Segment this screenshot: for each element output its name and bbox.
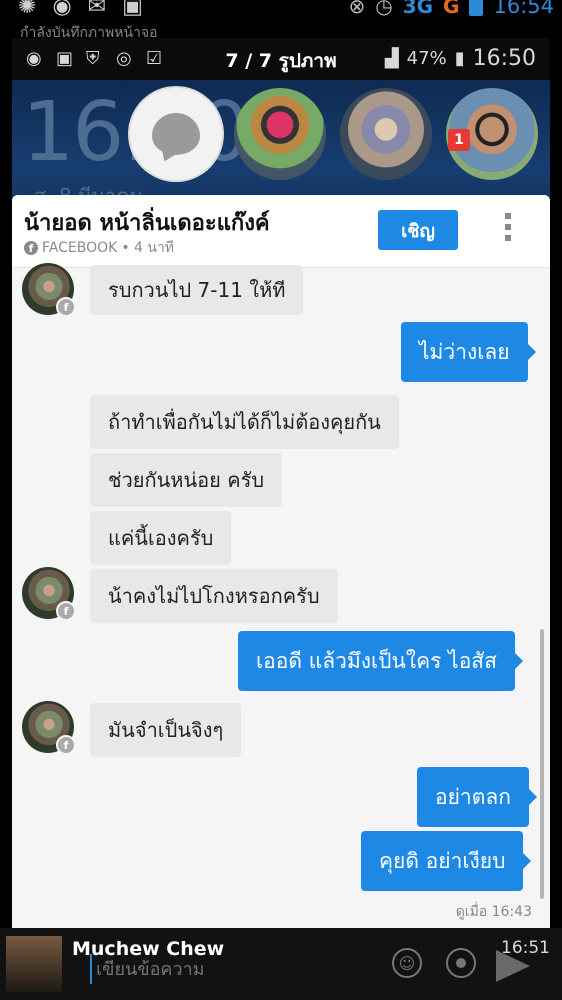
invite-button[interactable]: เชิญ (378, 210, 458, 250)
alarm-icon: ⊗ (348, 0, 366, 18)
avatar: f (22, 701, 76, 755)
chat-card: น้ายอด หน้าลิ่นเดอะแก๊งค์ f FACEBOOK • 4… (12, 195, 550, 928)
message-out: เออดี แล้วมึงเป็นใคร ไอสัส (238, 631, 515, 691)
battery-icon: ▮ (454, 48, 465, 69)
device-time: 16:54 (493, 0, 554, 18)
avatar: f (22, 567, 76, 621)
notification-thumbnail (6, 936, 62, 992)
network-type: 3G (402, 0, 434, 18)
chat-source: f FACEBOOK • 4 นาที (24, 237, 174, 259)
facebook-icon: f (24, 241, 38, 255)
scrollbar[interactable] (540, 629, 544, 899)
settings-icon: ✺ (18, 0, 37, 19)
message-in: รบกวนไป 7-11 ให้ที (90, 265, 304, 315)
screenshot-status-bar: ◉ ▣ ⛨ ◎ ☑ 7 / 7 รูปภาพ ▟ 47% ▮ 16:50 (12, 38, 550, 80)
message-input[interactable] (90, 954, 390, 984)
seen-status: ดูเมื่อ 16:43 (455, 904, 532, 920)
carrier-type: G (443, 0, 460, 18)
elapsed-time: • 4 นาที (121, 240, 175, 256)
screenshot-time: 16:50 (472, 46, 536, 71)
chat-header: น้ายอด หน้าลิ่นเดอะแก๊งค์ f FACEBOOK • 4… (12, 195, 550, 268)
facebook-icon: f (56, 735, 76, 755)
image-viewer: ◉ ▣ ⛨ ◎ ☑ 7 / 7 รูปภาพ ▟ 47% ▮ 16:50 16:… (12, 38, 550, 928)
chathead-contact-2[interactable] (340, 88, 432, 180)
message-in: ช่วยกันหน่อย ครับ (90, 453, 283, 507)
clock-icon: ◷ (375, 0, 393, 18)
send-icon[interactable] (496, 950, 530, 982)
message-in: ถ้าทำเพื่อกันไม่ได้ก็ไม่ต้องคุยกัน (90, 395, 399, 449)
messenger-chathead[interactable] (130, 88, 222, 180)
mail-icon: ✉ (87, 0, 107, 19)
messenger-logo-icon (152, 113, 200, 155)
unread-badge: 1 (448, 129, 470, 151)
composer-bar: Muchew Chew 16:51 ☺ (0, 928, 562, 1000)
message-in: แค่นี้เองครับ (90, 511, 232, 565)
device-status-bar: ✺ ◉ ✉ ▣ ⊗ ◷ 3G G 16:54 (0, 0, 562, 22)
emoji-icon[interactable]: ☺ (392, 948, 422, 978)
image-icon: ▣ (122, 0, 143, 19)
battery-icon (469, 0, 484, 16)
source-label: FACEBOOK (42, 240, 118, 256)
facebook-icon: f (56, 297, 76, 317)
location-icon[interactable] (446, 948, 476, 978)
message-out: คุยดิ อย่าเงียบ (361, 831, 524, 891)
message-out: ไม่ว่างเลย (401, 322, 528, 382)
message-list[interactable]: f รบกวนไป 7-11 ให้ที ไม่ว่างเลย ถ้าทำเพื… (12, 263, 550, 928)
message-in: มันจำเป็นจิงๆ (90, 703, 242, 757)
facebook-icon: f (56, 601, 76, 621)
avatar: f (22, 263, 76, 317)
status-icons-left: ✺ ◉ ✉ ▣ (18, 0, 143, 19)
battery-percent: 47% (406, 48, 447, 69)
more-options-icon[interactable] (502, 213, 514, 241)
message-in: น้าคงไม่ไปโกงหรอกครับ (90, 569, 338, 623)
screenshot-status-right: ▟ 47% ▮ 16:50 (385, 46, 536, 71)
signal-icon: ▟ (384, 48, 399, 69)
message-out: อย่าตลก (417, 767, 529, 827)
messenger-icon: ◉ (52, 0, 72, 19)
contact-name[interactable]: น้ายอด หน้าลิ่นเดอะแก๊งค์ (24, 205, 270, 240)
chathead-contact-1[interactable] (234, 88, 326, 180)
status-icons-right: ⊗ ◷ 3G G 16:54 (348, 0, 554, 18)
